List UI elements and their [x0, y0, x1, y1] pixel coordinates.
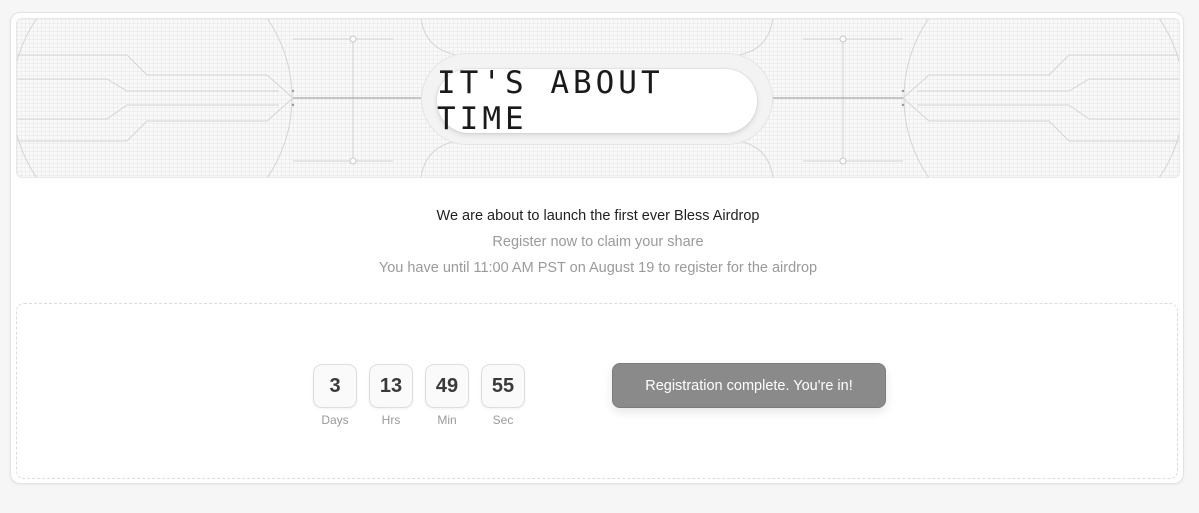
minutes-label: Min	[437, 413, 457, 427]
subline-text: Register now to claim your share	[492, 234, 704, 250]
countdown-timer: 3 Days 13 Hrs 49 Min 55 Sec	[313, 364, 525, 427]
hours-value: 13	[369, 364, 413, 408]
days-label: Days	[321, 413, 349, 427]
banner-title: IT'S ABOUT TIME	[437, 65, 664, 137]
seconds-value: 55	[481, 364, 525, 408]
countdown-minutes: 49 Min	[425, 364, 469, 427]
hero-banner: IT'S ABOUT TIME	[16, 18, 1180, 178]
registration-panel: 3 Days 13 Hrs 49 Min 55 Sec Registration…	[16, 303, 1178, 479]
countdown-days: 3 Days	[313, 364, 357, 427]
airdrop-card: IT'S ABOUT TIME We are about to launch t…	[10, 12, 1184, 484]
seconds-label: Sec	[492, 413, 514, 427]
title-pill: IT'S ABOUT TIME	[437, 65, 757, 137]
countdown-seconds: 55 Sec	[481, 364, 525, 427]
headline-text: We are about to launch the first ever Bl…	[436, 208, 760, 224]
days-value: 3	[313, 364, 357, 408]
countdown-hours: 13 Hrs	[369, 364, 413, 427]
registration-status-button[interactable]: Registration complete. You're in!	[612, 363, 886, 408]
minutes-value: 49	[425, 364, 469, 408]
announcement-text: We are about to launch the first ever Bl…	[11, 203, 1185, 281]
deadline-text: You have until 11:00 AM PST on August 19…	[378, 260, 818, 276]
hours-label: Hrs	[381, 413, 401, 427]
